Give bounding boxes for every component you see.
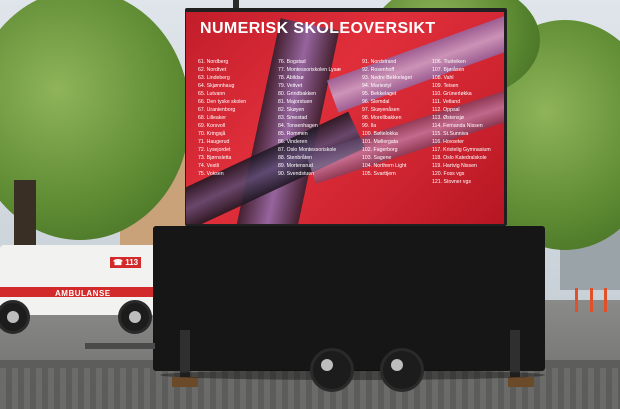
school-list-item: 119. Hartvig Nissen: [432, 163, 477, 169]
school-list-item: 61. Nordberg: [198, 59, 229, 65]
school-list-item: 115. St.Sunniva: [432, 131, 469, 137]
school-list-item: 104. Northern Light: [362, 163, 407, 169]
school-list-item: 97. Skøyenåsen: [362, 107, 400, 113]
school-list-item: 107. Bjøråsen: [432, 67, 465, 73]
school-list-item: 99. Ila: [362, 123, 377, 129]
school-list-item: 78. Abildsø: [278, 75, 304, 81]
trailer-body: [153, 226, 545, 371]
ambulance-wheel: [118, 300, 152, 334]
school-list-item: 67. Uranienborg: [198, 107, 236, 113]
school-list-item: 72. Lysejordet: [198, 147, 231, 153]
school-list-item: 118. Oslo Katedralskole: [432, 155, 487, 161]
school-list-column-2: 76. Bogstad 77. Montessoriskolen Lysæ 78. …: [278, 58, 341, 178]
school-list-item: 85. Rommen: [278, 131, 308, 137]
school-list-item: 65. Lutvann: [198, 91, 226, 97]
school-list-column-3: 91. Nordstrand 92. Rosenhoff 93. Nedre Bek…: [362, 58, 412, 178]
trailer-foot-right: [508, 377, 534, 387]
led-screen: NUMERISK SKOLEOVERSIKT 61. Nordberg 62. N…: [186, 12, 504, 224]
school-list-item: 116. Hovseter: [432, 139, 464, 145]
school-list-item: 76. Bogstad: [278, 59, 306, 65]
school-list-item: 80. Grindbakken: [278, 91, 317, 97]
school-list-item: 88. Stenbråten: [278, 155, 313, 161]
ambulance-phone: ☎ 113: [110, 257, 142, 268]
tow-bar: [85, 343, 155, 349]
trailer-wheel-2: [380, 348, 424, 392]
screen-title: NUMERISK SKOLEOVERSIKT: [200, 20, 436, 37]
school-list-item: 117. Kristelig Gymnasium: [432, 147, 491, 153]
school-list-item: 95. Bekkelaget: [362, 91, 397, 97]
school-list-item: 75. Voksen: [198, 171, 224, 177]
school-list-item: 73. Bjørnsletta: [198, 155, 232, 161]
school-list-item: 91. Nordstrand: [362, 59, 397, 65]
barrier-post: [590, 288, 593, 312]
school-list-item: 87. Oslo Montessoriskole: [278, 147, 337, 153]
school-list-item: 120. Foss vgs: [432, 171, 465, 177]
trailer-foot-left: [172, 377, 198, 387]
school-list-item: 108. Vahl: [432, 75, 454, 81]
school-list-item: 106. Tiurleiken: [432, 59, 466, 65]
school-list-item: 68. Lilleaker: [198, 115, 226, 121]
school-list-item: 121. Stovner vgs: [432, 179, 471, 185]
school-list-item: 70. Kringsjå: [198, 131, 226, 137]
school-list-item: 63. Lindeberg: [198, 75, 230, 81]
school-list-item: 113. Østensjø: [432, 115, 464, 121]
barrier-post: [604, 288, 607, 312]
trailer-jack-right: [510, 330, 520, 378]
school-list-item: 102. Fagerborg: [362, 147, 398, 153]
school-list-item: 66. Den tyske skolen: [198, 99, 247, 105]
school-list-item: 64. Skjønnhaug: [198, 83, 235, 89]
school-list-item: 112. Oppsal: [432, 107, 460, 113]
school-list-item: 79. Veitvet: [278, 83, 303, 89]
school-list-item: 103. Sagene: [362, 155, 392, 161]
school-list-item: 82. Skøyen: [278, 107, 305, 113]
school-list-column-1: 61. Nordberg 62. Nordtvet 63. Lindeberg 64.…: [198, 58, 246, 178]
school-list-item: 109. Teisen: [432, 83, 459, 89]
school-list-item: 105. Svarttjern: [362, 171, 396, 177]
school-list-item: 83. Smestad: [278, 115, 308, 121]
school-list-item: 84. Tonsenhagen: [278, 123, 318, 129]
school-list-item: 96. Slemdal: [362, 99, 390, 105]
school-list-item: 111. Vetland: [432, 99, 461, 105]
school-list-item: 71. Haugerud: [198, 139, 230, 145]
school-list-item: 94. Mariestyl: [362, 83, 392, 89]
trailer-wheel-1: [310, 348, 354, 392]
school-list-item: 81. Majorstuen: [278, 99, 313, 105]
school-list-item: 62. Nordtvet: [198, 67, 227, 73]
school-list-item: 86. Vinderen: [278, 139, 308, 145]
school-list-item: 92. Rosenhoff: [362, 67, 395, 73]
school-list-item: 98. Morellbakken: [362, 115, 402, 121]
barrier-post: [575, 288, 578, 312]
school-list-item: 110. Grünerløkka: [432, 91, 472, 97]
trailer-jack-left: [180, 330, 190, 378]
school-list-item: 90. Svendstuen: [278, 171, 315, 177]
school-list-item: 89. Mortensrud: [278, 163, 313, 169]
school-list-item: 69. Korsvoll: [198, 123, 226, 129]
school-list-item: 114. Fernanda Nissen: [432, 123, 483, 129]
school-list-item: 77. Montessoriskolen Lysæ: [278, 67, 341, 73]
school-list-item: 74. Vestli: [198, 163, 220, 169]
school-list-column-4: 106. Tiurleiken 107. Bjøråsen 108. Vahl 109…: [432, 58, 491, 186]
ambulance-label: AMBULANSE: [55, 289, 111, 298]
school-list-item: 93. Nedre Bekkelaget: [362, 75, 412, 81]
school-list-item: 101. Møllergata: [362, 139, 399, 145]
street-photo: AMBULANSE ☎ 113 NUMERISK SKOLEOVERSIKT 6…: [0, 0, 620, 409]
school-list-item: 100. Bøltelokka: [362, 131, 398, 137]
